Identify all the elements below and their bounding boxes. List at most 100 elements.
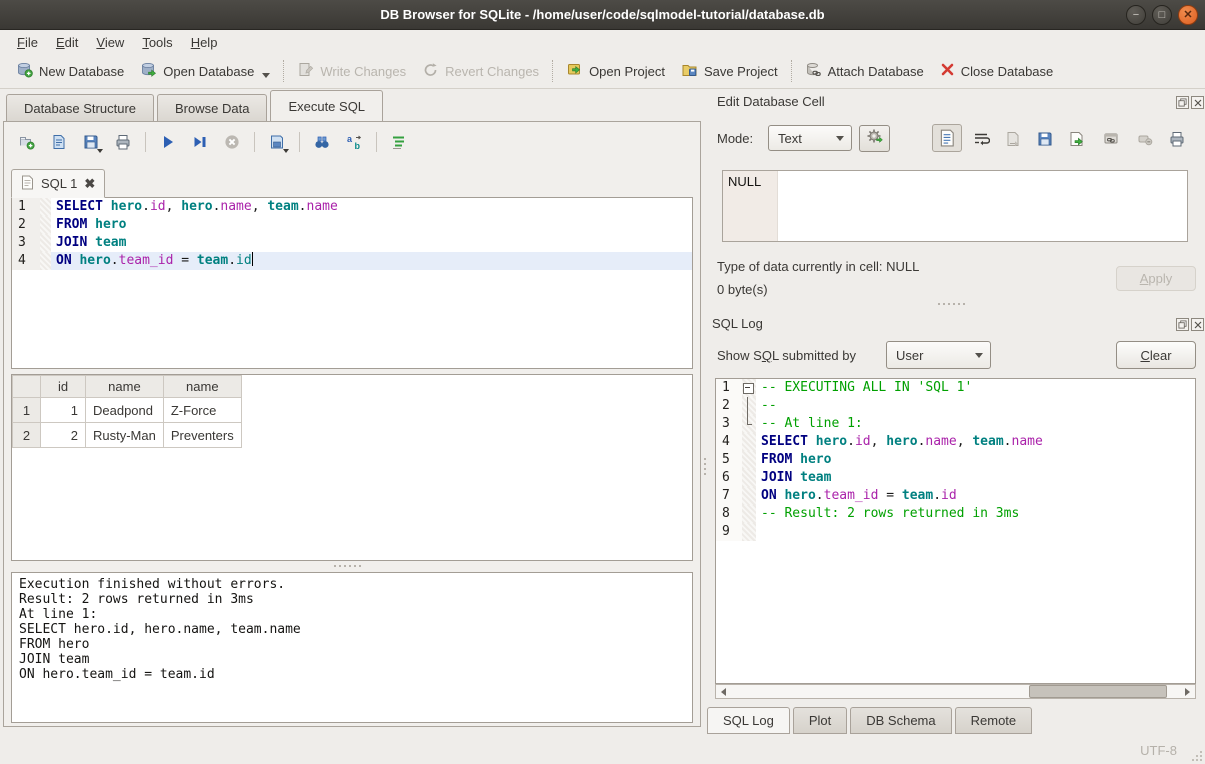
find-replace-icon[interactable]: ab	[341, 129, 367, 155]
column-header[interactable]: name	[86, 376, 164, 398]
tab-execute-sql[interactable]: Execute SQL	[270, 90, 383, 122]
code-line: 4SELECT hero.id, hero.name, team.name	[716, 433, 1195, 451]
close-database-button[interactable]: Close Database	[932, 58, 1062, 84]
float-panel-icon[interactable]	[1176, 318, 1189, 331]
dock-tab-plot[interactable]: Plot	[793, 707, 847, 734]
tab-browse-data[interactable]: Browse Data	[157, 94, 267, 122]
dock-tab-sql-log[interactable]: SQL Log	[707, 707, 790, 734]
print-icon[interactable]	[110, 129, 136, 155]
menu-tools[interactable]: Tools	[133, 32, 181, 53]
mode-select[interactable]: Text	[768, 125, 852, 151]
execute-all-icon[interactable]	[155, 129, 181, 155]
menu-help[interactable]: Help	[182, 32, 227, 53]
column-header[interactable]: name	[163, 376, 241, 398]
revert-changes-icon	[422, 61, 439, 81]
new-database-button[interactable]: New Database	[8, 57, 132, 85]
text-mode-icon[interactable]	[932, 124, 962, 152]
table-cell[interactable]: Deadpond	[86, 398, 164, 423]
table-cell[interactable]: 2	[41, 423, 86, 448]
sql-log-hscrollbar[interactable]	[715, 684, 1196, 699]
cell-type-text: Type of data currently in cell: NULL	[717, 259, 919, 274]
revert-changes-button: Revert Changes	[414, 57, 547, 85]
close-panel-icon[interactable]	[1191, 96, 1204, 109]
sql-document-icon	[21, 175, 34, 193]
clear-log-button[interactable]: Clear	[1116, 341, 1196, 369]
sql-document-tab[interactable]: SQL 1 ✖	[11, 169, 105, 198]
row-header[interactable]: 1	[13, 398, 41, 423]
find-icon[interactable]	[309, 129, 335, 155]
execution-message-area[interactable]: Execution finished without errors.Result…	[11, 572, 693, 723]
table-cell[interactable]: 1	[41, 398, 86, 423]
results-grid: idnamename11DeadpondZ-Force22Rusty-ManPr…	[11, 374, 693, 561]
print-cell-icon[interactable]	[1164, 126, 1190, 152]
table-cell[interactable]: Z-Force	[163, 398, 241, 423]
open-sql-file-icon[interactable]	[46, 129, 72, 155]
close-sql-tab-icon[interactable]: ✖	[84, 176, 95, 192]
sql-log-filter-select[interactable]: User	[886, 341, 991, 369]
pane-splitter[interactable]	[704, 458, 706, 475]
grid-corner[interactable]	[13, 376, 41, 398]
fold-marker-icon[interactable]	[742, 415, 756, 433]
close-button[interactable]: ✕	[1178, 5, 1198, 25]
save-results-icon[interactable]	[264, 129, 290, 155]
set-null-icon	[1132, 126, 1158, 152]
table-cell[interactable]: Rusty-Man	[86, 423, 164, 448]
resize-grip[interactable]	[1190, 749, 1202, 761]
write-changes-icon	[297, 61, 314, 81]
fold-marker-icon[interactable]	[742, 397, 756, 415]
open-project-button[interactable]: Open Project	[558, 57, 673, 85]
fold-marker-icon[interactable]	[742, 379, 756, 397]
menu-view[interactable]: View	[87, 32, 133, 53]
save-as-icon[interactable]	[1032, 126, 1058, 152]
column-header[interactable]: id	[41, 376, 86, 398]
cell-value: NULL	[723, 171, 778, 241]
code-line: 5FROM hero	[716, 451, 1195, 469]
maximize-button[interactable]: □	[1152, 5, 1172, 25]
exec-log-line: SELECT hero.id, hero.name, team.name	[19, 622, 685, 637]
row-header[interactable]: 2	[13, 423, 41, 448]
results-log-splitter[interactable]	[334, 565, 361, 567]
save-sql-file-icon[interactable]	[78, 129, 104, 155]
close-panel-icon[interactable]	[1191, 318, 1204, 331]
table-cell[interactable]: Preventers	[163, 423, 241, 448]
float-panel-icon[interactable]	[1176, 96, 1189, 109]
tab-database-structure[interactable]: Database Structure	[6, 94, 154, 122]
open-database-icon	[140, 61, 157, 81]
execute-current-line-icon[interactable]	[187, 129, 213, 155]
execute-sql-page: ab SQL 1 ✖ 1SELECT hero.id, hero.name, t…	[3, 121, 701, 727]
scroll-left-icon[interactable]	[716, 685, 731, 698]
minimize-button[interactable]: −	[1126, 5, 1146, 25]
menu-file[interactable]: File	[8, 32, 47, 53]
write-changes-button: Write Changes	[289, 57, 414, 85]
table-row: 11DeadpondZ-Force	[13, 398, 242, 423]
open-database-button[interactable]: Open Database	[132, 57, 278, 85]
open-sql-tab-icon[interactable]	[14, 129, 40, 155]
open-external-icon[interactable]	[1098, 126, 1124, 152]
exec-log-line: FROM hero	[19, 637, 685, 652]
stop-icon	[219, 129, 245, 155]
auto-switch-mode-button[interactable]	[859, 125, 890, 152]
open-database-dropdown-icon[interactable]	[262, 73, 270, 78]
dock-splitter[interactable]	[938, 303, 965, 305]
code-line: 3JOIN team	[12, 234, 692, 252]
export-data-icon[interactable]	[1064, 126, 1090, 152]
encoding-indicator[interactable]: UTF-8	[1140, 743, 1177, 758]
edit-cell-panel-title: Edit Database Cell	[717, 94, 825, 109]
chevron-down-icon	[829, 136, 851, 141]
sql-editor[interactable]: 1SELECT hero.id, hero.name, team.name2FR…	[11, 197, 693, 369]
scroll-right-icon[interactable]	[1180, 685, 1195, 698]
word-wrap-icon[interactable]	[968, 126, 994, 152]
menu-edit[interactable]: Edit	[47, 32, 87, 53]
new-database-icon	[16, 61, 33, 81]
auto-format-icon[interactable]	[386, 129, 412, 155]
attach-database-button[interactable]: Attach Database	[797, 57, 932, 85]
text-caret	[252, 252, 253, 266]
cell-editor[interactable]: NULL	[722, 170, 1188, 242]
scrollbar-track[interactable]	[731, 685, 1180, 698]
sql-log-view[interactable]: 1-- EXECUTING ALL IN 'SQL 1'2--3-- At li…	[715, 378, 1196, 684]
dock-tab-remote[interactable]: Remote	[955, 707, 1033, 734]
save-project-button[interactable]: Save Project	[673, 57, 786, 85]
title-bar[interactable]: DB Browser for SQLite - /home/user/code/…	[0, 0, 1205, 30]
scrollbar-thumb[interactable]	[1029, 685, 1167, 698]
dock-tab-db-schema[interactable]: DB Schema	[850, 707, 951, 734]
